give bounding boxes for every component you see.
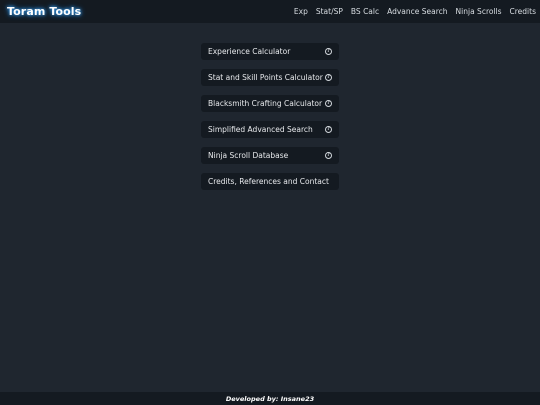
- help-circle-icon[interactable]: ?: [325, 126, 332, 133]
- menu-button-label: Stat and Skill Points Calculator: [208, 73, 323, 82]
- menu-button-label: Experience Calculator: [208, 47, 291, 56]
- nav-link-ninja-scrolls[interactable]: Ninja Scrolls: [456, 7, 502, 16]
- experience-calculator-button[interactable]: Experience Calculator ?: [201, 43, 339, 60]
- menu-button-label: Ninja Scroll Database: [208, 151, 289, 160]
- credits-references-contact-button[interactable]: Credits, References and Contact: [201, 173, 339, 190]
- nav-link-advance-search[interactable]: Advance Search: [387, 7, 447, 16]
- footer: Developed by: Insane23: [0, 392, 540, 405]
- nav-link-exp[interactable]: Exp: [294, 7, 308, 16]
- help-circle-icon[interactable]: ?: [325, 74, 332, 81]
- help-circle-icon[interactable]: ?: [325, 100, 332, 107]
- help-circle-icon[interactable]: ?: [325, 152, 332, 159]
- help-circle-icon[interactable]: ?: [325, 48, 332, 55]
- nav-link-bs-calc[interactable]: BS Calc: [351, 7, 379, 16]
- main-menu: Experience Calculator ? Stat and Skill P…: [201, 43, 339, 199]
- nav-links: Exp Stat/SP BS Calc Advance Search Ninja…: [286, 7, 536, 16]
- blacksmith-crafting-calculator-button[interactable]: Blacksmith Crafting Calculator ?: [201, 95, 339, 112]
- stat-skill-points-calculator-button[interactable]: Stat and Skill Points Calculator ?: [201, 69, 339, 86]
- menu-button-label: Simplified Advanced Search: [208, 125, 313, 134]
- simplified-advanced-search-button[interactable]: Simplified Advanced Search ?: [201, 121, 339, 138]
- nav-link-stat-sp[interactable]: Stat/SP: [316, 7, 343, 16]
- footer-credit: Developed by: Insane23: [225, 394, 315, 403]
- ninja-scroll-database-button[interactable]: Ninja Scroll Database ?: [201, 147, 339, 164]
- menu-button-label: Credits, References and Contact: [208, 177, 329, 186]
- brand-logo[interactable]: Toram Tools: [7, 5, 81, 18]
- top-navbar: Toram Tools Exp Stat/SP BS Calc Advance …: [0, 0, 540, 23]
- menu-button-label: Blacksmith Crafting Calculator: [208, 99, 323, 108]
- nav-link-credits[interactable]: Credits: [510, 7, 536, 16]
